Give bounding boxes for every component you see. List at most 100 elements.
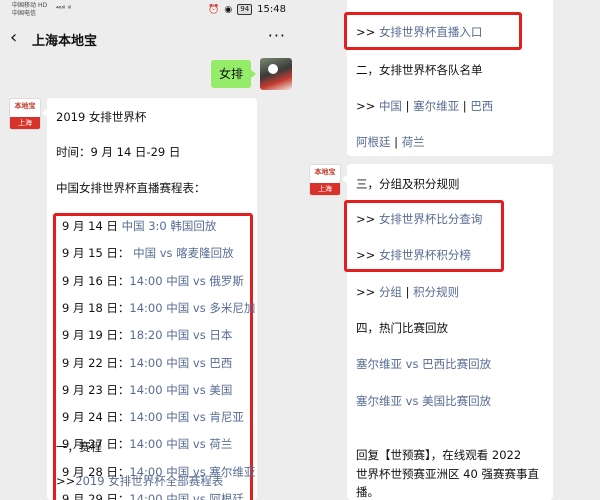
bot-message-card-continued: >> 女排世界杯直播入口 二，女排世界杯各队名单 >> 中国 | 塞尔维亚 | …: [344, 0, 553, 156]
clock: 15:48: [257, 4, 286, 15]
team-link-china[interactable]: 中国: [379, 99, 402, 113]
schedule-row: 9 月 23 日：14:00 中国 vs 美国: [62, 382, 232, 398]
schedule-row: 9 月 18 日：14:00 中国 vs 多米尼加: [62, 300, 255, 316]
schedule-time[interactable]: 14:00: [129, 492, 162, 500]
schedule-time[interactable]: 14:00: [129, 437, 162, 451]
schedule-sep: ：: [117, 246, 130, 261]
battery-icon: 94: [237, 4, 253, 15]
live-link-line: >> 女排世界杯直播入口: [356, 24, 482, 40]
carrier-info: 中国移动 HD 中国电信: [12, 2, 47, 18]
left-chat-screen: 中国移动 HD 中国电信 ⁴⁶ᴵˡˡ ᴵˡˡ ⏰ ◉ 94 15:48 ‹ 上海…: [0, 0, 300, 500]
link-prefix: >>: [356, 248, 379, 262]
schedule-match[interactable]: 中国 vs 肯尼亚: [166, 410, 244, 424]
user-message-bubble[interactable]: 女排: [211, 60, 257, 88]
schedule-match[interactable]: 中国 vs 荷兰: [166, 437, 232, 451]
footer-line-1: 回复【世预赛】，在线观看 2022: [356, 448, 522, 462]
live-entry-link[interactable]: 女排世界杯直播入口: [379, 25, 483, 39]
signal-icon: ⁴⁶ᴵˡˡ ᴵˡˡ: [56, 5, 72, 13]
schedule-date: 9 月 22 日: [62, 355, 118, 370]
nav-bar: ‹ 上海本地宝 ···: [0, 24, 300, 56]
team-link-netherlands[interactable]: 荷兰: [402, 135, 425, 149]
link-prefix: >>: [356, 99, 379, 113]
carrier-2: 中国电信: [12, 10, 37, 17]
volleyball-icon: [268, 64, 278, 74]
schedule-sep: ：: [117, 382, 130, 397]
user-avatar[interactable]: [260, 58, 292, 90]
schedule-date: 9 月 16 日: [62, 273, 118, 288]
link-prefix: >>: [356, 212, 379, 226]
divider: |: [390, 135, 402, 149]
back-icon[interactable]: ‹: [10, 27, 17, 48]
link-prefix: >>: [356, 25, 379, 39]
right-chat-screen: >> 女排世界杯直播入口 二，女排世界杯各队名单 >> 中国 | 塞尔维亚 | …: [300, 0, 600, 500]
groups-link[interactable]: 分组: [379, 285, 402, 299]
event-time: 时间：9 月 14 日-29 日: [56, 145, 181, 159]
schedule-sep: ：: [117, 437, 130, 452]
group-rules-line: >> 分组 | 积分规则: [356, 284, 459, 300]
schedule-match[interactable]: 中国 vs 巴西: [166, 356, 232, 370]
replay-link-serbia-usa[interactable]: 塞尔维亚 vs 美国比赛回放: [356, 393, 491, 409]
divider: |: [459, 99, 471, 113]
team-link-argentina[interactable]: 阿根廷: [356, 135, 391, 149]
event-title: 2019 女排世界杯: [56, 110, 147, 124]
schedule-row: 9 月 14 日 中国 3:0 韩国回放: [62, 218, 216, 234]
schedule-match[interactable]: 中国 3:0 韩国回放: [122, 219, 217, 233]
bot-message-card-2: 三，分组及积分规则 >> 女排世界杯比分查询 >> 女排世界杯积分榜 >> 分组…: [342, 164, 553, 500]
bot-avatar[interactable]: 本地宝 上海: [309, 164, 341, 196]
score-query-link[interactable]: 女排世界杯比分查询: [379, 212, 483, 226]
schedule-match[interactable]: 中国 vs 俄罗斯: [166, 274, 244, 288]
section-replays-heading: 四，热门比赛回放: [356, 321, 448, 335]
schedule-time[interactable]: 14:00: [129, 356, 162, 370]
status-right: ⏰ ◉ 94 15:48: [208, 4, 286, 15]
chat-title: 上海本地宝: [32, 34, 98, 49]
schedule-time[interactable]: 18:20: [129, 328, 162, 342]
full-schedule-line: >>2019 女排世界杯全部赛程表: [56, 473, 223, 489]
team-link-serbia[interactable]: 塞尔维亚: [413, 99, 459, 113]
schedule-sep: ：: [117, 273, 130, 288]
schedule-row: 9 月 19 日：18:20 中国 vs 日本: [62, 327, 232, 343]
team-link-brazil[interactable]: 巴西: [470, 99, 493, 113]
bot-avatar[interactable]: 本地宝 上海: [9, 98, 41, 130]
schedule-row: 9 月 22 日：14:00 中国 vs 巴西: [62, 355, 232, 371]
schedule-time[interactable]: 14:00: [129, 410, 162, 424]
section-teams-heading: 二，女排世界杯各队名单: [356, 63, 483, 77]
schedule-row: 9 月 16 日：14:00 中国 vs 俄罗斯: [62, 273, 244, 289]
score-link-line: >> 女排世界杯比分查询: [356, 211, 482, 227]
eye-icon: ◉: [224, 4, 233, 15]
schedule-time[interactable]: 14:00: [129, 383, 162, 397]
full-schedule-link[interactable]: 2019 女排世界杯全部赛程表: [75, 474, 223, 488]
schedule-match[interactable]: 中国 vs 多米尼加: [166, 301, 255, 315]
link-prefix: >>: [56, 474, 76, 488]
schedule-time[interactable]: 14:00: [129, 301, 162, 315]
schedule-sep: ：: [117, 300, 130, 315]
bot-city: 上海: [310, 183, 340, 195]
standing-link-line: >> 女排世界杯积分榜: [356, 247, 471, 263]
standings-link[interactable]: 女排世界杯积分榜: [379, 248, 471, 262]
schedule-match[interactable]: 中国 vs 美国: [166, 383, 232, 397]
carrier-1: 中国移动: [12, 2, 37, 9]
schedule-row: 9 月 24 日：14:00 中国 vs 肯尼亚: [62, 409, 244, 425]
teams-line-2: 阿根廷 | 荷兰: [356, 134, 425, 150]
divider: |: [401, 285, 414, 299]
link-prefix: >>: [356, 285, 379, 299]
footer-line-3: 播。: [356, 485, 379, 499]
bot-city: 上海: [10, 117, 40, 129]
bot-logo: 本地宝: [310, 165, 340, 183]
schedule-match[interactable]: 中国 vs 喀麦隆回放: [133, 246, 234, 260]
schedule-match[interactable]: 中国 vs 日本: [166, 328, 232, 342]
schedule-time[interactable]: 14:00: [129, 274, 162, 288]
schedule-row: 9 月 15 日： 中国 vs 喀麦隆回放: [62, 245, 234, 261]
replay-link-serbia-brazil[interactable]: 塞尔维亚 vs 巴西比赛回放: [356, 356, 491, 372]
alarm-icon: ⏰: [208, 4, 220, 15]
scoring-rules-link[interactable]: 积分规则: [413, 285, 459, 299]
schedule-date: 9 月 19 日: [62, 328, 118, 343]
schedule-sep: ：: [117, 355, 130, 370]
schedule-sep: ：: [117, 410, 130, 425]
status-bar: 中国移动 HD 中国电信 ⁴⁶ᴵˡˡ ᴵˡˡ ⏰ ◉ 94 15:48: [0, 0, 300, 22]
schedule-date: 9 月 15 日: [62, 246, 118, 261]
hd-badge: HD: [37, 2, 48, 9]
schedule-date: 9 月 29 日: [62, 492, 118, 500]
more-options-icon[interactable]: ···: [268, 26, 286, 45]
schedule-match[interactable]: 中国 vs 阿根廷: [166, 492, 244, 500]
schedule-date: 9 月 23 日: [62, 382, 118, 397]
